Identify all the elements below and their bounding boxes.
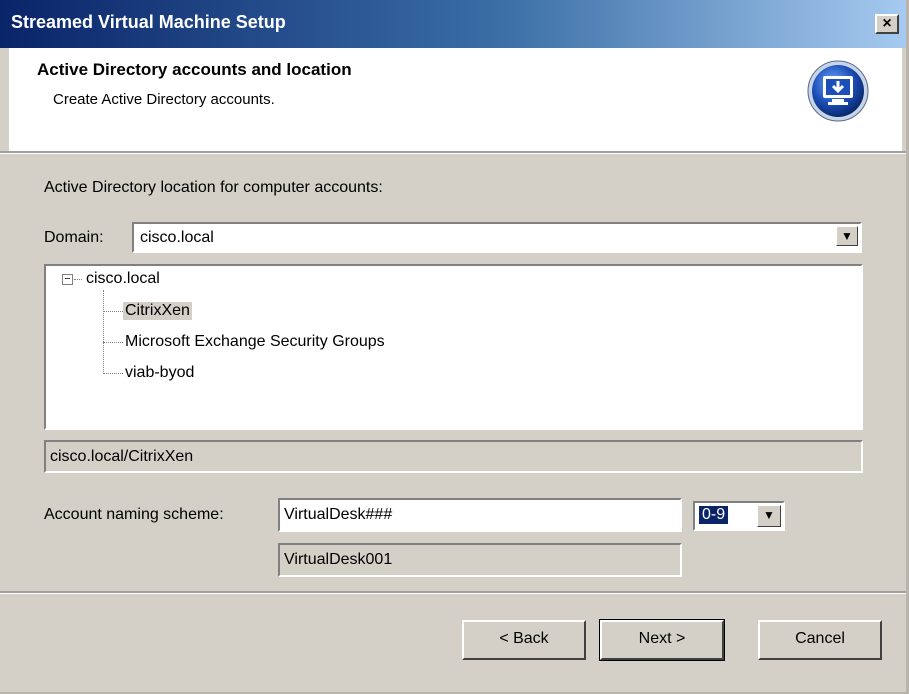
selected-path-text: cisco.local/CitrixXen [50,448,194,465]
domain-combobox[interactable]: cisco.local ▼ [132,222,862,253]
range-value: 0-9 [699,506,729,524]
ou-tree[interactable]: − cisco.local CitrixXen Microsoft Exchan… [44,264,863,430]
naming-preview-field: VirtualDesk001 [278,543,682,577]
window-title: Streamed Virtual Machine Setup [11,12,286,32]
close-icon: × [882,15,892,32]
tree-item-citrixxen[interactable]: CitrixXen [123,302,192,320]
tree-item-root[interactable]: cisco.local [86,270,160,288]
title-bar[interactable]: Streamed Virtual Machine Setup × [0,0,906,48]
tree-line [74,279,82,280]
wizard-header: Active Directory accounts and location C… [9,48,902,151]
back-button[interactable]: < Back [462,620,586,660]
domain-dropdown-button[interactable]: ▼ [836,226,858,246]
download-monitor-icon [807,60,869,122]
tree-line [103,373,123,374]
chevron-down-icon: ▼ [763,508,775,522]
tree-line [103,311,123,312]
location-label: Active Directory location for computer a… [44,179,383,196]
tree-line [103,290,104,374]
cancel-button[interactable]: Cancel [758,620,882,660]
setup-dialog: Streamed Virtual Machine Setup × Active … [0,0,909,694]
naming-scheme-input[interactable]: VirtualDesk### [278,498,682,532]
range-select[interactable]: 0-9 ▼ [693,501,785,531]
tree-item-viab-byod[interactable]: viab-byod [125,364,194,382]
domain-label: Domain: [44,229,104,246]
chevron-down-icon: ▼ [841,229,853,243]
close-button[interactable]: × [875,14,899,34]
header-divider [0,151,906,154]
range-dropdown-button[interactable]: ▼ [757,505,781,527]
page-subtitle: Create Active Directory accounts. [53,91,275,108]
tree-item-exchange-security-groups[interactable]: Microsoft Exchange Security Groups [125,333,385,351]
selected-path-field: cisco.local/CitrixXen [44,440,863,473]
collapse-icon[interactable]: − [62,274,73,285]
naming-scheme-label: Account naming scheme: [44,506,224,523]
naming-scheme-value: VirtualDesk### [284,506,393,523]
tree-line [103,342,123,343]
naming-preview-text: VirtualDesk001 [284,551,393,568]
footer-divider [0,591,906,594]
domain-value: cisco.local [140,229,214,246]
page-title: Active Directory accounts and location [37,60,352,79]
next-button[interactable]: Next > [599,619,725,661]
